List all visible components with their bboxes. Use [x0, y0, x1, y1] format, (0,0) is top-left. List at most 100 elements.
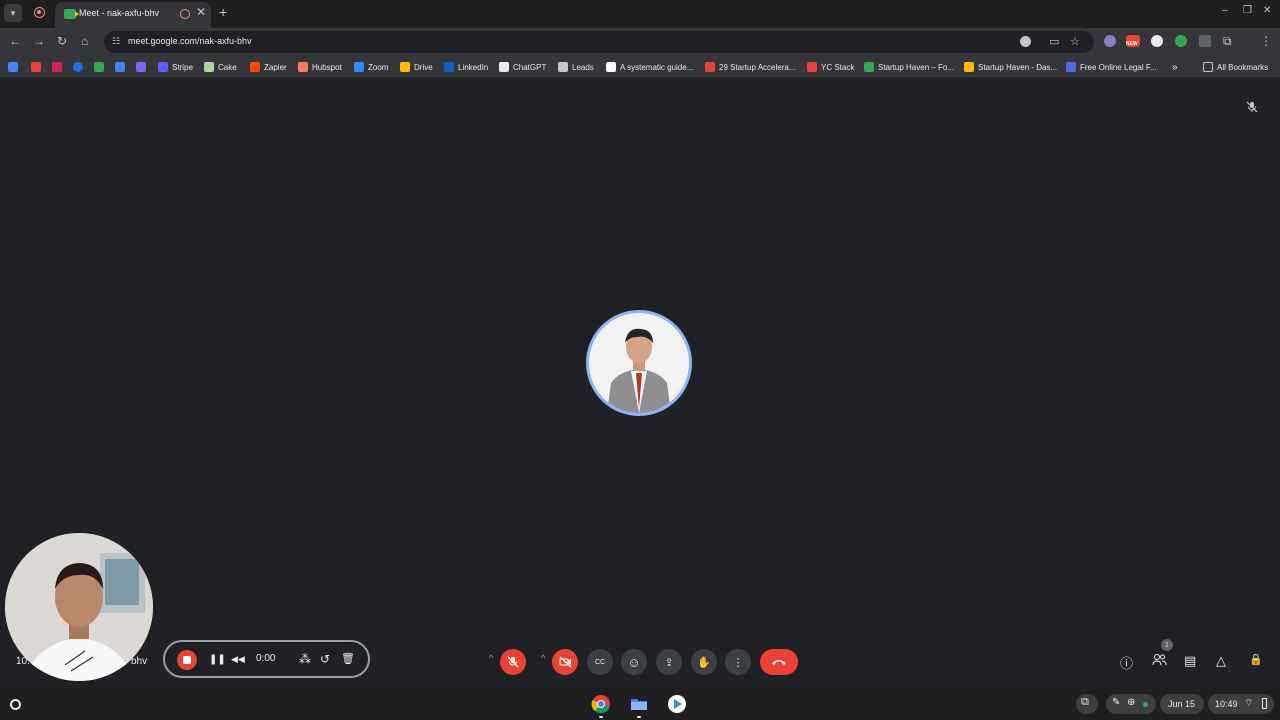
hang-up-icon	[772, 660, 786, 665]
bookmark-startup-accelerators[interactable]: 29 Startup Accelera...	[705, 60, 796, 74]
host-controls-button[interactable]: 🔒	[1249, 653, 1263, 666]
recording-timer: 0:00	[256, 653, 276, 664]
minimize-button[interactable]: –	[1222, 5, 1228, 16]
home-button[interactable]: ⌂	[81, 34, 88, 48]
bookmark-chrome-icon[interactable]	[73, 62, 83, 72]
video-settings-caret[interactable]: ^	[541, 653, 545, 663]
raise-hand-button[interactable]: ✋	[691, 649, 717, 675]
more-vertical-icon: ⋮	[732, 656, 744, 669]
launcher-button[interactable]	[10, 699, 21, 710]
site-info-icon[interactable]: ☷	[112, 36, 122, 46]
camera-off-button[interactable]	[552, 649, 578, 675]
green-extension-icon[interactable]	[1175, 35, 1187, 47]
bookmark-chatgpt[interactable]: ChatGPT	[499, 60, 546, 74]
restore-button[interactable]: ❐	[1243, 5, 1252, 16]
audio-settings-caret[interactable]: ^	[489, 653, 493, 663]
participant-muted-icon	[1246, 101, 1258, 116]
extensions-puzzle-icon[interactable]: ⧉	[1223, 34, 1232, 49]
bookmark-yc-stack[interactable]: YC Stack	[807, 60, 854, 74]
restart-recording-button[interactable]: ↺	[320, 652, 330, 666]
drive-icon	[400, 62, 410, 72]
play-store-app-icon[interactable]	[667, 694, 687, 714]
bookmark-docs-icon[interactable]	[115, 62, 125, 72]
bookmark-linkedin[interactable]: LinkedIn	[444, 60, 488, 74]
tab-title: Meet - nak-axfu-bhv	[79, 8, 160, 18]
chevron-down-icon: ▾	[10, 7, 16, 18]
screen-recorder-bar: ❚❚ ◀◀ 0:00 ⁂ ↺ 🗑	[163, 640, 370, 678]
present-screen-button[interactable]: ⇪	[656, 649, 682, 675]
bookmark-free-online-legal[interactable]: Free Online Legal F...	[1066, 60, 1156, 74]
accelerator-icon	[705, 62, 715, 72]
bookmark-stripe[interactable]: Stripe	[158, 60, 193, 74]
people-button[interactable]	[1152, 653, 1167, 669]
new-tab-button[interactable]: +	[219, 4, 227, 20]
browser-menu-button[interactable]: ⋮	[1260, 34, 1272, 48]
bookmark-startup-haven-fo[interactable]: Startup Haven – Fo...	[864, 60, 954, 74]
date-label: Jun 15	[1168, 699, 1196, 709]
mic-off-icon	[507, 656, 519, 668]
bookmark-cake[interactable]: Cake	[204, 60, 237, 74]
bookmark-zoom[interactable]: Zoom	[354, 60, 388, 74]
bookmark-sheets-icon[interactable]	[94, 62, 104, 72]
bookmark-systematic-guide[interactable]: A systematic guide...	[606, 60, 693, 74]
chatgpt-icon	[499, 62, 509, 72]
chrome-running-indicator	[599, 716, 603, 718]
forward-button[interactable]: →	[33, 34, 45, 48]
bookmark-leads[interactable]: Leads	[558, 60, 594, 74]
bookmark-hubspot[interactable]: Hubspot	[298, 60, 342, 74]
bookmarks-bar: Stripe Cake Zapier Hubspot Zoom Drive Li…	[0, 56, 1280, 78]
stop-recording-button[interactable]	[177, 650, 197, 670]
tab-close-button[interactable]: ✕	[196, 5, 206, 19]
bookmarks-overflow-button[interactable]: »	[1172, 60, 1178, 74]
reload-button[interactable]: ↻	[57, 34, 67, 48]
present-icon: ⇪	[664, 656, 674, 669]
grid-icon[interactable]: ⁂	[299, 652, 311, 666]
legal-icon	[1066, 62, 1076, 72]
recording-tab-icon[interactable]	[34, 7, 45, 18]
yc-icon	[807, 62, 817, 72]
notion-extension-icon[interactable]	[1199, 35, 1211, 47]
leave-call-button[interactable]	[760, 649, 798, 675]
address-bar[interactable]: ☷ meet.google.com/nak-axfu-bhv ▭ ☆	[104, 31, 1094, 53]
activities-button[interactable]: △	[1216, 653, 1226, 669]
meet-favicon-icon	[64, 9, 79, 19]
medium-icon	[606, 62, 616, 72]
tab-strip: ▾ Meet - nak-axfu-bhv ✕ + – ❐ ✕	[0, 0, 1280, 28]
bookmark-gmail-icon[interactable]	[31, 62, 41, 72]
bookmark-google-icon[interactable]	[8, 62, 18, 72]
zapier-icon	[250, 62, 260, 72]
bookmark-slack-icon[interactable]	[52, 62, 62, 72]
tab-meet[interactable]: Meet - nak-axfu-bhv ✕	[55, 2, 211, 28]
files-app-icon[interactable]	[629, 694, 649, 714]
meeting-details-button[interactable]: ⓘ	[1120, 653, 1133, 672]
close-window-button[interactable]: ✕	[1263, 5, 1271, 16]
url-text[interactable]: meet.google.com/nak-axfu-bhv	[128, 36, 252, 46]
stripe-icon	[158, 62, 168, 72]
captions-button[interactable]: CC	[587, 649, 613, 675]
microphone-off-button[interactable]	[500, 649, 526, 675]
emoji-reaction-button[interactable]: ☺	[621, 649, 647, 675]
pause-recording-button[interactable]: ❚❚	[209, 654, 226, 665]
back-button[interactable]: ←	[9, 34, 21, 48]
bookmark-zapier[interactable]: Zapier	[250, 60, 287, 74]
people-icon	[1152, 654, 1167, 666]
chat-button[interactable]: ▤	[1184, 653, 1196, 669]
os-shelf: ⧉ ✎ ⊕ Jun 15 10:49 ⌔	[0, 688, 1280, 720]
rewind-button[interactable]: ◀◀	[231, 654, 245, 665]
bookmark-star-icon[interactable]: ☆	[1070, 35, 1080, 48]
participant-avatar	[586, 310, 692, 416]
more-options-button[interactable]: ⋮	[725, 649, 751, 675]
captions-icon: CC	[594, 658, 606, 666]
recording-status-icon	[1143, 702, 1148, 707]
ghost-extension-icon[interactable]	[1151, 35, 1163, 47]
camera-icon[interactable]: ▭	[1049, 35, 1059, 48]
all-bookmarks-button[interactable]: All Bookmarks	[1203, 60, 1268, 74]
bookmark-startup-haven-das[interactable]: Startup Haven - Das...	[964, 60, 1057, 74]
google-lens-icon[interactable]	[1020, 36, 1031, 47]
delete-recording-button[interactable]: 🗑	[341, 652, 355, 665]
extension-icon[interactable]	[1104, 35, 1116, 47]
bookmark-clickup-icon[interactable]	[136, 62, 146, 72]
tab-search-button[interactable]: ▾	[4, 4, 22, 22]
bookmark-drive[interactable]: Drive	[400, 60, 433, 74]
chrome-app-icon[interactable]	[591, 694, 611, 714]
